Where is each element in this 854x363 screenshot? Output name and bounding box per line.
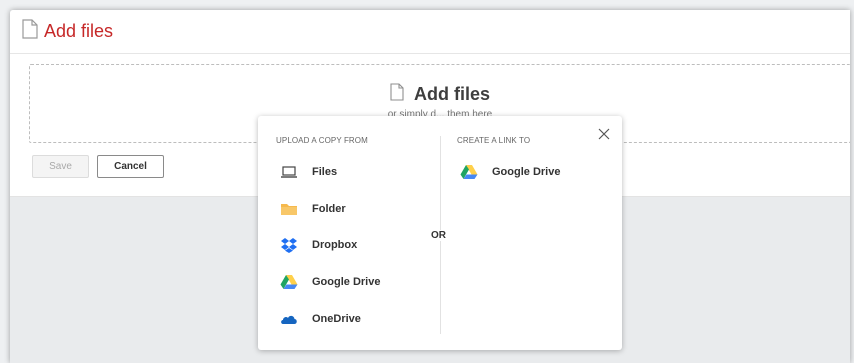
dropzone-title[interactable]: Add files bbox=[30, 83, 850, 106]
cancel-button[interactable]: Cancel bbox=[97, 155, 164, 178]
close-button[interactable] bbox=[596, 128, 612, 144]
save-button[interactable]: Save bbox=[32, 155, 89, 178]
link-option-label: Google Drive bbox=[492, 166, 561, 178]
upload-option-label: Google Drive bbox=[312, 276, 381, 288]
link-option-google-drive[interactable]: Google Drive bbox=[460, 162, 560, 182]
upload-option-label: Dropbox bbox=[312, 239, 358, 251]
close-icon bbox=[598, 127, 610, 145]
document-icon bbox=[22, 19, 38, 44]
upload-option-files[interactable]: Files bbox=[280, 162, 337, 182]
or-separator: OR bbox=[429, 230, 448, 241]
upload-option-dropbox[interactable]: Dropbox bbox=[280, 235, 357, 255]
page-title: Add files bbox=[44, 21, 114, 41]
add-files-modal: UPLOAD A COPY FROM CREATE A LINK TO OR F… bbox=[258, 116, 622, 350]
upload-option-onedrive[interactable]: OneDrive bbox=[280, 309, 361, 329]
upload-section-title: UPLOAD A COPY FROM bbox=[276, 136, 368, 145]
folder-icon bbox=[280, 201, 298, 217]
upload-option-label: Folder bbox=[312, 203, 346, 215]
upload-option-label: Files bbox=[312, 166, 338, 178]
upload-option-label: OneDrive bbox=[312, 313, 361, 325]
upload-option-folder[interactable]: Folder bbox=[280, 199, 346, 219]
document-icon bbox=[390, 83, 404, 106]
panel-header: Add files bbox=[10, 10, 850, 54]
google-drive-icon bbox=[460, 164, 478, 180]
dropbox-icon bbox=[280, 237, 298, 253]
dropzone-title-label: Add files bbox=[413, 84, 490, 104]
onedrive-icon bbox=[280, 311, 298, 327]
upload-option-google-drive[interactable]: Google Drive bbox=[280, 272, 380, 292]
link-section-title: CREATE A LINK TO bbox=[457, 136, 531, 145]
google-drive-icon bbox=[280, 274, 298, 290]
laptop-icon bbox=[280, 164, 298, 180]
